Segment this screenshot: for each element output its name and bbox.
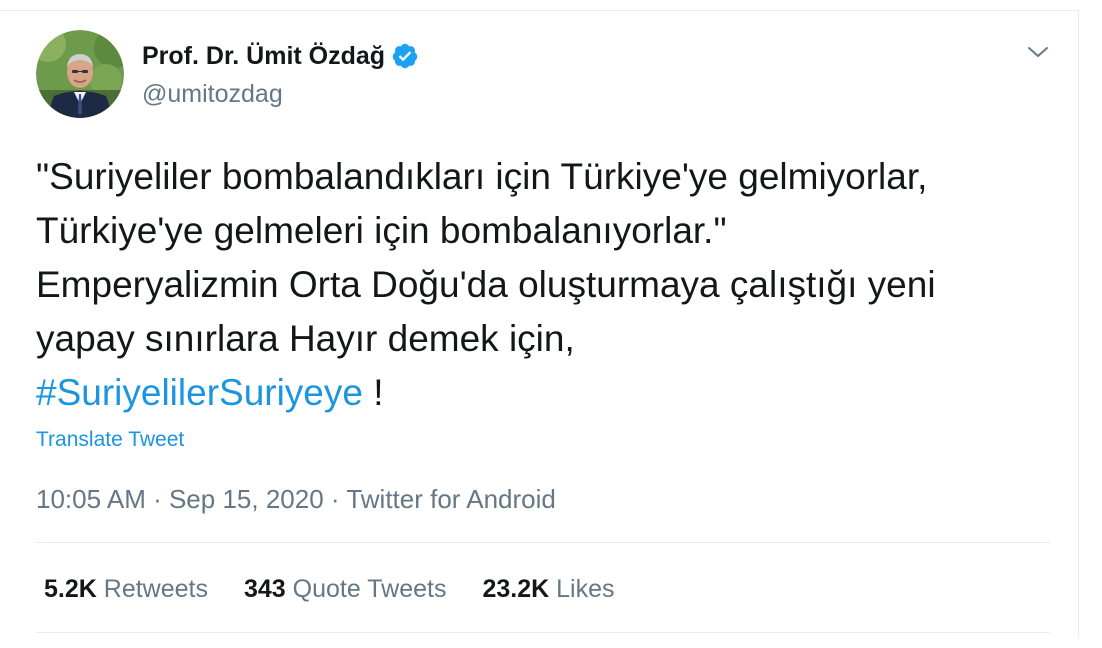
chevron-down-icon[interactable] bbox=[1024, 38, 1052, 66]
hashtag-link[interactable]: #SuriyelilerSuriyeye bbox=[36, 372, 363, 413]
tweet-text-line: Emperyalizmin Orta Doğu'da oluşturmaya ç… bbox=[36, 264, 936, 305]
divider bbox=[36, 632, 1050, 633]
quote-tweets-stat[interactable]: 343 Quote Tweets bbox=[244, 573, 446, 605]
tweet-text-suffix: ! bbox=[362, 372, 384, 413]
tweet-time[interactable]: 10:05 AM bbox=[36, 484, 146, 514]
meta-separator: · bbox=[145, 484, 169, 514]
tweet-text-line-hashtag: #SuriyelilerSuriyeye ! bbox=[36, 366, 1046, 420]
tweet-card: Prof. Dr. Ümit Özdağ @umitozdag "Suriyel… bbox=[0, 0, 1102, 648]
avatar-image bbox=[36, 30, 124, 118]
author-handle[interactable]: @umitozdag bbox=[142, 78, 283, 110]
tweet-text-line: "Suriyeliler bombalandıkları için Türkiy… bbox=[36, 156, 928, 197]
card-border-right bbox=[1078, 10, 1079, 638]
divider bbox=[36, 542, 1050, 543]
retweets-count: 5.2K bbox=[44, 575, 97, 603]
tweet-text-line: Türkiye'ye gelmeleri için bombalanıyorla… bbox=[36, 210, 727, 251]
tweet-date[interactable]: Sep 15, 2020 bbox=[169, 484, 324, 514]
retweets-stat[interactable]: 5.2K Retweets bbox=[44, 573, 208, 605]
retweets-label: Retweets bbox=[103, 575, 208, 603]
avatar[interactable] bbox=[36, 30, 124, 118]
quote-tweets-count: 343 bbox=[243, 575, 286, 603]
card-border-top bbox=[0, 10, 1080, 11]
tweet-stats: 5.2K Retweets 343 Quote Tweets 23.2K Lik… bbox=[44, 573, 651, 605]
likes-stat[interactable]: 23.2K Likes bbox=[482, 573, 614, 605]
translate-tweet-link[interactable]: Translate Tweet bbox=[36, 426, 184, 454]
tweet-source[interactable]: Twitter for Android bbox=[346, 484, 556, 514]
likes-count: 23.2K bbox=[482, 575, 550, 603]
quote-tweets-label: Quote Tweets bbox=[292, 575, 447, 603]
verified-badge-icon bbox=[391, 42, 419, 70]
likes-label: Likes bbox=[556, 575, 615, 603]
meta-separator: · bbox=[323, 484, 347, 514]
tweet-text-line: yapay sınırlara Hayır demek için, bbox=[36, 318, 575, 359]
author-name-row[interactable]: Prof. Dr. Ümit Özdağ bbox=[142, 40, 419, 72]
author-name[interactable]: Prof. Dr. Ümit Özdağ bbox=[142, 40, 385, 72]
tweet-meta: 10:05 AM · Sep 15, 2020 · Twitter for An… bbox=[36, 483, 556, 515]
tweet-text: "Suriyeliler bombalandıkları için Türkiy… bbox=[36, 150, 1046, 420]
